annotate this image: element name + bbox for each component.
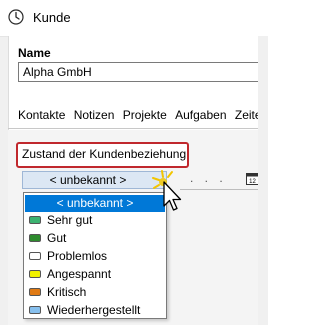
status-color-icon xyxy=(29,306,41,314)
date-field[interactable]: . . . 12 xyxy=(180,171,260,190)
selected-value: < unbekannt > xyxy=(49,173,127,187)
mouse-pointer-icon xyxy=(152,170,182,211)
status-color-icon xyxy=(29,288,41,296)
option-sehr-gut[interactable]: Sehr gut xyxy=(25,212,165,229)
option-gut[interactable]: Gut xyxy=(25,230,165,247)
window-app-icon xyxy=(8,9,24,25)
window-title: Kunde xyxy=(33,10,71,25)
option-angespannt[interactable]: Angespannt xyxy=(25,266,165,283)
option-label: Sehr gut xyxy=(47,213,93,227)
option-label: < unbekannt > xyxy=(56,196,134,210)
relationship-status-options: < unbekannt > Sehr gut Gut Problemlos An… xyxy=(23,192,167,319)
relationship-status-label: Zustand der Kundenbeziehung xyxy=(22,147,187,161)
tab-projekte[interactable]: Projekte xyxy=(123,108,167,122)
tab-aufgaben[interactable]: Aufgaben xyxy=(175,108,226,122)
window-edge xyxy=(258,36,268,325)
option-unbekannt[interactable]: < unbekannt > xyxy=(25,195,165,212)
option-label: Problemlos xyxy=(47,249,108,263)
name-field[interactable]: Alpha GmbH xyxy=(18,62,259,82)
relationship-status-dropdown[interactable]: < unbekannt > xyxy=(22,171,167,189)
tab-bar: Kontakte Notizen Projekte Aufgaben Zeite xyxy=(18,108,268,128)
option-problemlos[interactable]: Problemlos xyxy=(25,248,165,265)
name-label: Name xyxy=(18,46,51,60)
tab-kontakte[interactable]: Kontakte xyxy=(18,108,65,122)
title-bar: Kunde xyxy=(0,0,268,37)
status-color-icon xyxy=(29,234,41,242)
tab-notizen[interactable]: Notizen xyxy=(74,108,115,122)
customer-window: Kunde Name Alpha GmbH Kontakte Notizen P… xyxy=(0,0,268,325)
svg-text:12: 12 xyxy=(249,179,256,185)
status-color-icon xyxy=(29,270,41,278)
tab-divider xyxy=(8,128,268,129)
option-label: Gut xyxy=(47,231,67,245)
option-wiederhergestellt[interactable]: Wiederhergestellt xyxy=(25,302,165,319)
option-label: Kritisch xyxy=(47,285,87,299)
status-color-icon xyxy=(29,216,41,224)
option-kritisch[interactable]: Kritisch xyxy=(25,284,165,301)
option-label: Wiederhergestellt xyxy=(47,303,141,317)
date-placeholder: . . . xyxy=(190,171,227,185)
status-color-icon xyxy=(29,252,41,260)
option-label: Angespannt xyxy=(47,267,112,281)
